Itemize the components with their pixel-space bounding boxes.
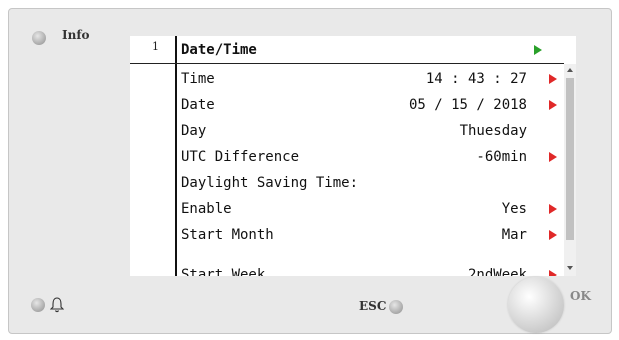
edit-arrow-icon [549, 270, 557, 276]
edit-arrow-icon [549, 74, 557, 84]
controller-panel: Info 1 Date/Time Time 14 : 43 : 27 Date … [8, 8, 612, 334]
row-label: Enable [181, 201, 232, 217]
scroll-thumb[interactable] [566, 78, 574, 240]
menu-title: Date/Time [181, 42, 257, 58]
row-value: Mar [501, 227, 527, 243]
menu-row-utc-difference[interactable]: UTC Difference -60min [181, 144, 563, 170]
row-value: 05 / 15 / 2018 [408, 97, 527, 113]
menu-title-row[interactable]: Date/Time [181, 37, 563, 63]
screen-divider [175, 36, 177, 276]
row-label: Time [181, 71, 215, 87]
row-label: UTC Difference [181, 149, 300, 165]
menu-row-date[interactable]: Date 05 / 15 / 2018 [181, 92, 563, 118]
scroll-down-icon[interactable] [567, 266, 573, 270]
title-underline [130, 63, 564, 64]
scroll-up-icon[interactable] [567, 68, 573, 72]
menu-row-enable[interactable]: Enable Yes [181, 196, 563, 222]
menu-row-start-week[interactable]: Start Week 2ndWeek [181, 262, 563, 276]
row-value: Yes [501, 201, 527, 217]
row-value: 2ndWeek [467, 267, 527, 276]
scrollbar[interactable] [564, 64, 576, 276]
esc-label: ESC [359, 299, 387, 313]
row-label: Day [181, 123, 207, 139]
alarm-led[interactable] [31, 298, 45, 312]
info-led[interactable] [32, 31, 46, 45]
row-value: -60min [476, 149, 527, 165]
page-number: 1 [152, 40, 159, 53]
ok-knob[interactable] [508, 277, 564, 333]
info-label: Info [62, 28, 90, 42]
row-label: Start Month [181, 227, 274, 243]
edit-arrow-icon [549, 152, 557, 162]
edit-arrow-icon [549, 230, 557, 240]
ok-label: OK [570, 289, 591, 303]
menu-row-day: Day Thuesday [181, 118, 563, 144]
row-value: 14 : 43 : 27 [425, 71, 527, 87]
row-label: Daylight Saving Time: [181, 175, 359, 191]
edit-arrow-icon [549, 204, 557, 214]
row-value: Thuesday [459, 123, 527, 139]
alarm-bell-icon[interactable] [50, 296, 64, 314]
display-screen: 1 Date/Time Time 14 : 43 : 27 Date 05 / … [130, 36, 576, 276]
row-label: Start Week [181, 267, 266, 276]
row-label: Date [181, 97, 215, 113]
edit-arrow-icon [549, 100, 557, 110]
menu-row-dst-header: Daylight Saving Time: [181, 170, 563, 196]
menu-row-start-month[interactable]: Start Month Mar [181, 222, 563, 248]
esc-led[interactable] [389, 300, 403, 314]
menu-row-time[interactable]: Time 14 : 43 : 27 [181, 66, 563, 92]
enter-arrow-icon [534, 45, 542, 55]
